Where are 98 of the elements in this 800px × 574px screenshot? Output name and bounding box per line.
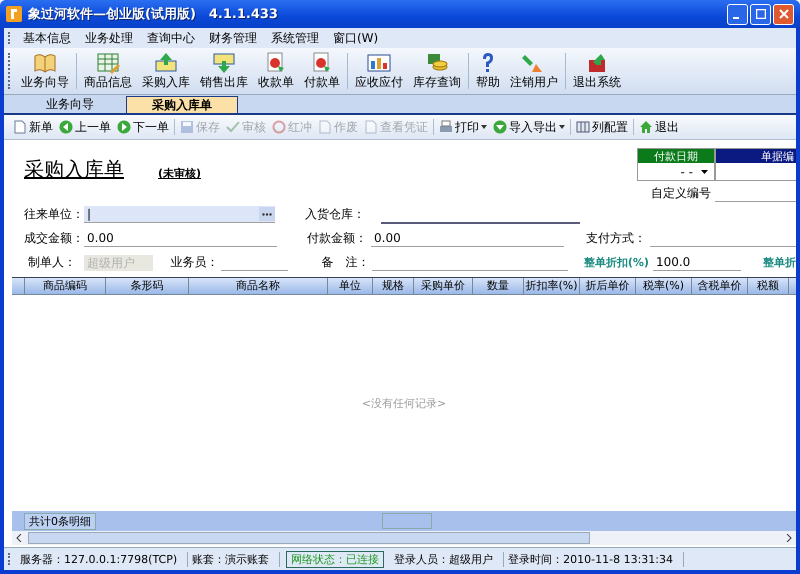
action-button[interactable]: 导入导出 [490, 118, 568, 136]
field-label: 入货仓库： [305, 206, 365, 223]
input-field[interactable]: 0.00 [84, 230, 277, 247]
field-label: 整单折 [763, 255, 796, 270]
book-icon [33, 52, 57, 74]
action-button[interactable]: 下一单 [114, 118, 172, 136]
chart-icon [367, 52, 391, 74]
column-header[interactable]: 税额 [748, 278, 789, 294]
browse-button[interactable] [259, 207, 275, 221]
field-label: 整单折扣(%) [584, 255, 649, 270]
toolbar-button[interactable]: 应收应付 [350, 52, 408, 90]
tick-icon [226, 120, 240, 134]
form-title: 采购入库单 [24, 156, 124, 183]
field-label: 自定义编号 [651, 184, 711, 202]
house-icon [639, 120, 653, 134]
column-header[interactable]: 商品编码 [25, 278, 106, 294]
minimize-button[interactable] [727, 4, 748, 24]
status-text: 登录人员：超级用户 [390, 552, 504, 566]
page-icon [364, 120, 378, 134]
arrow-down-icon [493, 120, 507, 134]
status-text: 账套：演示账套 [188, 552, 280, 566]
save-icon [180, 120, 194, 134]
columns-icon [576, 120, 590, 134]
close-button[interactable] [773, 4, 794, 24]
app-logo-icon [6, 6, 22, 22]
column-header[interactable]: 规格 [373, 278, 414, 294]
field-label: 制单人： [28, 254, 76, 271]
field-label: 往来单位： [24, 206, 84, 223]
footer-panel [382, 513, 432, 529]
column-header[interactable]: 单位 [328, 278, 373, 294]
input-field[interactable]: 0.00 [371, 230, 564, 247]
caret-icon [701, 170, 708, 174]
field-label: 成交金额： [24, 230, 84, 247]
ellipsis-icon [262, 212, 272, 216]
action-button[interactable]: 上一单 [56, 118, 114, 136]
menu-item[interactable]: 业务处理 [78, 30, 140, 46]
column-header[interactable]: 采购单价 [414, 278, 473, 294]
coins-icon [425, 52, 449, 74]
action-button[interactable]: 列配置 [573, 118, 631, 136]
window-title: 象过河软件—创业版(试用版) 4.1.1.433 [28, 6, 278, 23]
maximize-icon [756, 9, 766, 19]
minimize-icon [733, 17, 739, 19]
menu-item[interactable]: 查询中心 [140, 30, 202, 46]
tray-down-icon [212, 52, 236, 74]
column-header[interactable]: 折后单价 [580, 278, 636, 294]
tray-up-icon [154, 52, 178, 74]
printer-icon [439, 120, 453, 134]
menu-item[interactable]: 财务管理 [202, 30, 264, 46]
column-header[interactable]: 数量 [473, 278, 524, 294]
action-button[interactable]: 打印 [436, 118, 490, 136]
input-field[interactable]: 100.0 [652, 254, 741, 271]
status-label: (未审核) [158, 166, 202, 181]
page-icon [13, 120, 27, 134]
toolbar-button[interactable]: 销售出库 [195, 52, 253, 90]
ring-icon [272, 120, 286, 134]
empty-message: <没有任何记录> [362, 396, 446, 410]
field-label: 支付方式： [586, 230, 646, 247]
status-text: 服务器：127.0.0.1:7798(TCP) [16, 552, 188, 566]
horizontal-scrollbar[interactable] [12, 531, 796, 545]
toolbar-button[interactable]: 业务向导 [16, 52, 74, 90]
column-header[interactable]: 条形码 [106, 278, 189, 294]
field-label: 备 注： [322, 254, 370, 271]
column-header[interactable]: 含税单价 [692, 278, 748, 294]
action-button[interactable]: 退出 [636, 118, 682, 136]
tab[interactable]: 采购入库单 [126, 96, 238, 113]
toolbar-button[interactable]: 注销用户 [505, 52, 563, 90]
field-label: 付款金额： [307, 230, 367, 247]
status-text: 登录时间：2010-11-8 13:31:34 [504, 552, 684, 566]
scroll-left-icon [16, 534, 22, 542]
toolbar-button[interactable]: 库存查询 [408, 52, 466, 90]
column-header[interactable]: 商品名称 [189, 278, 328, 294]
arrow-right-icon [117, 120, 131, 134]
toolbar-button[interactable]: 付款单 [299, 52, 345, 90]
menu-item[interactable]: 基本信息 [16, 30, 78, 46]
toolbar-button[interactable]: 退出系统 [568, 52, 626, 90]
column-header: 单据编 [716, 149, 796, 163]
close-icon [778, 9, 788, 19]
row-count: 共计0条明细 [24, 512, 96, 530]
input-field[interactable]: | [84, 206, 275, 223]
toolbar-button[interactable]: 采购入库 [137, 52, 195, 90]
menu-item[interactable]: 窗口(W) [326, 30, 386, 46]
column-header: 付款日期 [638, 149, 714, 163]
arrow-left-icon [59, 120, 73, 134]
scroll-right-icon [786, 534, 792, 542]
page-icon [318, 120, 332, 134]
input-field: 超级用户 [84, 254, 153, 270]
column-header[interactable]: 税率(%) [636, 278, 692, 294]
status-text: 网络状态：已连接 [286, 550, 384, 568]
action-button[interactable]: 新单 [10, 118, 56, 136]
table-icon [96, 52, 120, 74]
tab[interactable]: 业务向导 [14, 96, 126, 113]
toolbar-button[interactable]: 收款单 [253, 52, 299, 90]
menu-item[interactable]: 系统管理 [264, 30, 326, 46]
toolbar-button[interactable]: 帮助 [471, 52, 505, 90]
maximize-button[interactable] [750, 4, 771, 24]
column-header[interactable]: 折扣率(%) [524, 278, 580, 294]
toolbar-button[interactable]: 商品信息 [79, 52, 137, 90]
field-label: 业务员： [170, 254, 219, 271]
